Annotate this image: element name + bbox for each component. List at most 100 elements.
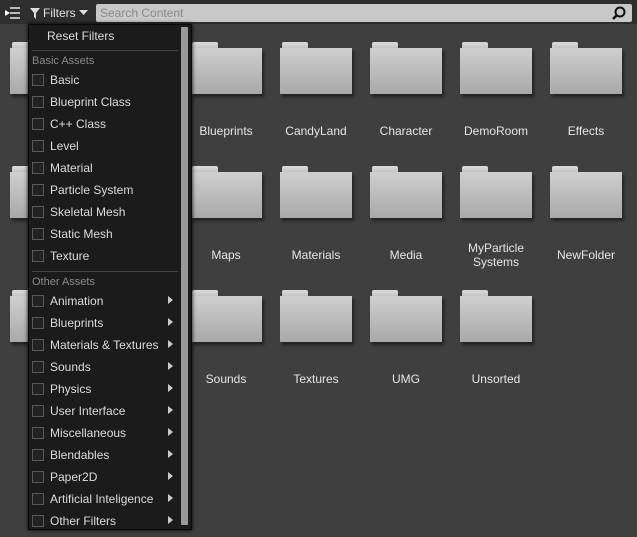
checkbox[interactable] (32, 339, 44, 351)
folder-tile[interactable]: Blueprints (188, 42, 278, 162)
folder-icon (370, 290, 442, 342)
filter-item[interactable]: Static Mesh (29, 223, 179, 245)
filter-item[interactable]: Miscellaneous (29, 422, 179, 444)
filter-item[interactable]: Blendables (29, 444, 179, 466)
checkbox[interactable] (32, 295, 44, 307)
filter-item[interactable]: C++ Class (29, 113, 179, 135)
filter-item[interactable]: Level (29, 135, 179, 157)
checkbox[interactable] (32, 471, 44, 483)
search-placeholder: Search Content (100, 6, 184, 20)
folder-tile[interactable]: DemoRoom (458, 42, 548, 162)
checkbox[interactable] (32, 427, 44, 439)
reset-filters-item[interactable]: Reset Filters (29, 25, 179, 47)
filter-item-label: Blueprint Class (50, 95, 131, 109)
checkbox[interactable] (32, 449, 44, 461)
folder-icon (190, 166, 262, 218)
checkbox[interactable] (32, 140, 44, 152)
chevron-right-icon (168, 340, 173, 348)
checkbox[interactable] (32, 96, 44, 108)
filter-item-label: Blueprints (50, 316, 104, 330)
chevron-right-icon (168, 494, 173, 502)
folder-label: MyParticle Systems (467, 241, 524, 269)
search-icon[interactable] (612, 6, 626, 20)
checkbox[interactable] (32, 118, 44, 130)
folder-tile[interactable]: Sounds (188, 290, 278, 410)
menu-scrollbar[interactable] (181, 27, 188, 525)
filter-item[interactable]: Skeletal Mesh (29, 201, 179, 223)
checkbox[interactable] (32, 317, 44, 329)
checkbox[interactable] (32, 361, 44, 373)
filter-item[interactable]: Sounds (29, 356, 179, 378)
filter-item[interactable]: Materials & Textures (29, 334, 179, 356)
folder-label: UMG (392, 372, 420, 386)
reset-filters-label: Reset Filters (47, 29, 115, 43)
filter-item[interactable]: Texture (29, 245, 179, 267)
folder-label: Sounds (205, 372, 247, 386)
divider (32, 50, 178, 51)
filter-item-label: Particle System (50, 183, 134, 197)
scrollbar-thumb[interactable] (181, 27, 188, 525)
filter-item[interactable]: Artificial Inteligence (29, 488, 179, 510)
folder-icon (370, 166, 442, 218)
divider (32, 271, 178, 272)
checkbox[interactable] (32, 206, 44, 218)
filter-item-label: Level (50, 139, 79, 153)
filter-item-label: Texture (50, 249, 90, 263)
search-input[interactable]: Search Content (96, 4, 632, 22)
checkbox[interactable] (32, 228, 44, 240)
folder-tile[interactable]: Character (368, 42, 458, 162)
checkbox[interactable] (32, 250, 44, 262)
filter-item[interactable]: Blueprints (29, 312, 179, 334)
folder-tile[interactable]: UMG (368, 290, 458, 410)
filter-item[interactable]: Material (29, 157, 179, 179)
filter-item[interactable]: User Interface (29, 400, 179, 422)
chevron-down-icon (78, 10, 88, 15)
checkbox[interactable] (32, 493, 44, 505)
chevron-right-icon (168, 362, 173, 370)
folder-label: Character (379, 124, 433, 138)
filter-item-label: Static Mesh (50, 227, 113, 241)
folder-icon (190, 290, 262, 342)
folder-tile[interactable]: Media (368, 166, 458, 286)
filter-item-label: Animation (50, 294, 104, 308)
folder-label: Textures (293, 372, 339, 386)
filter-item[interactable]: Blueprint Class (29, 91, 179, 113)
filter-item-label: Artificial Inteligence (50, 492, 154, 506)
filter-item-label: Paper2D (50, 470, 98, 484)
folder-label: Blueprints (199, 124, 253, 138)
filters-button[interactable]: Filters (30, 5, 88, 21)
folder-icon (550, 166, 622, 218)
folder-tile[interactable]: Textures (278, 290, 368, 410)
chevron-right-icon (168, 384, 173, 392)
folder-tile[interactable]: Unsorted (458, 290, 548, 410)
basic-assets-header: Basic Assets (32, 55, 95, 67)
chevron-right-icon (168, 472, 173, 480)
checkbox[interactable] (32, 515, 44, 527)
filter-item-label: Physics (50, 382, 92, 396)
filters-menu: Reset Filters Basic Assets Other Assets … (28, 24, 192, 530)
checkbox[interactable] (32, 162, 44, 174)
filter-item[interactable]: Basic (29, 69, 179, 91)
checkbox[interactable] (32, 184, 44, 196)
folder-label: Unsorted (471, 372, 521, 386)
folder-tile[interactable]: Materials (278, 166, 368, 286)
folder-tile[interactable]: Maps (188, 166, 278, 286)
filter-item-label: Skeletal Mesh (50, 205, 126, 219)
filter-item-label: Miscellaneous (50, 426, 127, 440)
checkbox[interactable] (32, 405, 44, 417)
filter-item[interactable]: Physics (29, 378, 179, 400)
folder-tile[interactable]: NewFolder (548, 166, 637, 286)
filter-item[interactable]: Particle System (29, 179, 179, 201)
checkbox[interactable] (32, 74, 44, 86)
filter-item[interactable]: Paper2D (29, 466, 179, 488)
filter-item[interactable]: Animation (29, 290, 179, 312)
view-options-icon[interactable] (5, 6, 21, 20)
folder-tile[interactable]: MyParticle Systems (458, 166, 548, 286)
folder-tile[interactable]: Effects (548, 42, 637, 162)
filter-item-label: Blendables (50, 448, 110, 462)
checkbox[interactable] (32, 383, 44, 395)
chevron-right-icon (168, 450, 173, 458)
filter-item[interactable]: Other Filters (29, 510, 179, 532)
filter-item-label: C++ Class (50, 117, 107, 131)
folder-tile[interactable]: CandyLand (278, 42, 368, 162)
